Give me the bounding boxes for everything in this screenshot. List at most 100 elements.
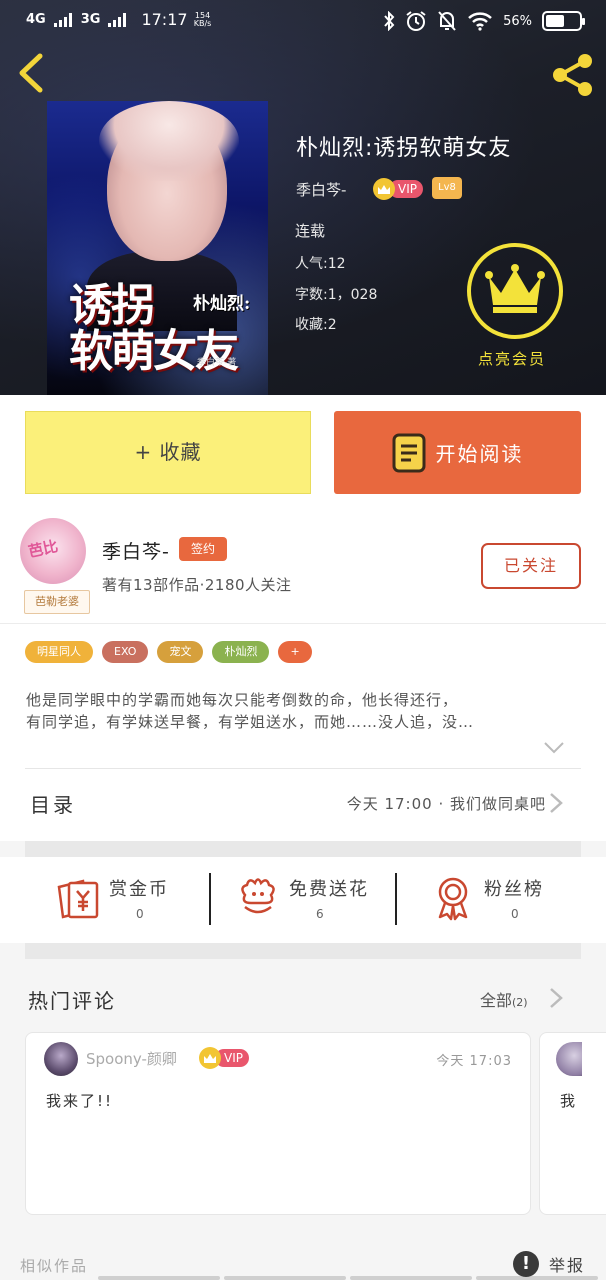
clock: 17:17 (141, 10, 188, 29)
divider (25, 768, 581, 769)
comment-text: 我来了!! (46, 1092, 114, 1110)
all-comments-link[interactable]: 全部(2) (480, 987, 528, 1011)
collect-button[interactable]: + 收藏 (25, 411, 311, 494)
book-intro: 明星同人 EXO 宠文 朴灿烈 + 他是同学眼中的学霸而她每次只能考倒数的命，他… (0, 623, 606, 768)
book-cover[interactable]: 诱拐 软萌女友 朴灿烈: 季白芩-著 (47, 101, 268, 395)
comment-time: 今天 17:03 (436, 1054, 512, 1069)
report-button[interactable]: 举报 (549, 1252, 585, 1276)
status-bar: 4G 3G 17:17 154 KB/s 56% (0, 0, 606, 46)
follow-button[interactable]: 已关注 (481, 543, 581, 589)
bluetooth-icon (384, 11, 395, 31)
member-button[interactable] (467, 243, 563, 339)
tag-item[interactable]: EXO (102, 641, 149, 663)
book-favorites: 收藏:2 (295, 317, 337, 333)
author-info: 著有13部作品·2180人关注 (102, 576, 292, 594)
book-word-count: 字数:1，028 (295, 287, 378, 303)
alarm-icon (406, 11, 426, 31)
stats-row: 赏金币 0 免费送花 6 粉丝榜 0 (0, 857, 606, 943)
start-reading-label: 开始阅读 (435, 442, 524, 466)
avatar-tag: 芭勒老婆 (24, 590, 90, 614)
book-status: 连载 (295, 222, 326, 240)
cover-author: 季白芩-著 (197, 358, 237, 368)
vip-crown-icon (373, 178, 395, 200)
author-avatar[interactable]: 芭比 (20, 518, 86, 584)
alert-icon[interactable]: ! (513, 1251, 539, 1277)
comment-card[interactable]: Spoony-颜卿 VIP 今天 17:03 我来了!! (25, 1032, 531, 1215)
network-1-label: 4G (26, 12, 46, 27)
flower-icon (241, 878, 275, 914)
book-title: 朴灿烈:诱拐软萌女友 (296, 136, 512, 161)
add-tag-button[interactable]: + (278, 641, 312, 663)
catalog-title: 目录 (30, 793, 76, 817)
back-arrow-icon (19, 53, 43, 93)
description-line: 有同学追，有学妹送早餐，有学姐送水，而她……没人追，没… (26, 713, 475, 731)
medal-icon (438, 877, 468, 921)
chevron-right-icon[interactable] (549, 987, 563, 1009)
cover-title-line-1: 诱拐 (69, 280, 155, 331)
comment-card[interactable]: 我 (539, 1032, 606, 1215)
mute-bell-icon (438, 11, 456, 31)
cover-title-line-2: 软萌女友 (69, 326, 239, 377)
section-separator (25, 841, 581, 857)
tag-item[interactable]: 朴灿烈 (212, 641, 270, 663)
book-author[interactable]: 季白芩- (296, 179, 346, 200)
all-comments-count: (2) (512, 996, 528, 1009)
network-2-label: 3G (80, 12, 101, 27)
signed-badge: 签约 (179, 537, 227, 561)
free-flower-stat[interactable]: 免费送花 6 (205, 869, 391, 933)
comment-avatar (556, 1042, 582, 1076)
hot-comments-title: 热门评论 (28, 989, 116, 1013)
back-button[interactable] (14, 52, 54, 96)
battery-level (546, 15, 564, 27)
tag-list: 明星同人 EXO 宠文 朴灿烈 + (25, 641, 312, 663)
book-popularity: 人气:12 (295, 256, 346, 272)
reward-coin-stat[interactable]: 赏金币 0 (25, 869, 211, 933)
book-description[interactable]: 他是同学眼中的学霸而她每次只能考倒数的命，他长得还行， 有同学追，有学妹送早餐，… (26, 689, 582, 733)
author-card: 芭比 芭勒老婆 季白芩- 签约 著有13部作品·2180人关注 已关注 (0, 510, 606, 623)
signal-2-icon (108, 12, 127, 27)
comment-username[interactable]: Spoony-颜卿 (86, 1048, 177, 1069)
reward-coin-label: 赏金币 (109, 879, 169, 900)
share-button[interactable] (550, 52, 596, 98)
coin-gift-icon (57, 879, 99, 919)
fan-ranking-value: 0 (511, 907, 519, 921)
level-badge: Lv8 (432, 177, 462, 199)
free-flower-label: 免费送花 (289, 879, 369, 900)
crown-icon (485, 264, 545, 313)
similar-works-title: 相似作品 (20, 1257, 89, 1275)
action-bar: + 收藏 开始阅读 (0, 395, 606, 510)
vip-badge: VIP (199, 1047, 249, 1069)
signal-1-icon (53, 12, 72, 27)
all-comments-label: 全部 (480, 991, 513, 1010)
bottom-bar: 相似作品 ! 举报 (0, 1240, 606, 1280)
section-separator (25, 943, 581, 959)
battery-percent: 56% (503, 13, 532, 29)
tag-item[interactable]: 明星同人 (25, 641, 93, 663)
catalog-row[interactable]: 目录 今天 17:00 · 我们做同桌吧 (0, 768, 606, 841)
reward-coin-value: 0 (136, 907, 144, 921)
chevron-down-icon[interactable] (543, 741, 565, 755)
comment-text: 我 (560, 1092, 576, 1110)
comment-avatar[interactable] (44, 1042, 78, 1076)
tag-item[interactable]: 宠文 (157, 641, 204, 663)
description-line: 他是同学眼中的学霸而她每次只能考倒数的命，他长得还行， (26, 691, 459, 709)
cover-subtitle: 朴灿烈: (193, 294, 251, 314)
network-speed: 154 KB/s (193, 11, 212, 28)
chevron-right-icon (550, 793, 563, 813)
latest-chapter: 今天 17:00 · 我们做同桌吧 (346, 795, 546, 813)
member-label[interactable]: 点亮会员 (478, 348, 546, 369)
fan-ranking-stat[interactable]: 粉丝榜 0 (400, 869, 586, 933)
book-header: 4G 3G 17:17 154 KB/s 56% 诱拐 软萌女友 朴灿烈: 季白… (0, 0, 606, 395)
vip-badge: VIP (373, 178, 423, 200)
fan-ranking-label: 粉丝榜 (484, 879, 544, 900)
divider (395, 873, 397, 925)
share-icon (553, 54, 592, 96)
hot-comments: 热门评论 全部(2) Spoony-颜卿 VIP 今天 17:03 我来了!! … (0, 959, 606, 1240)
battery-icon (542, 11, 585, 31)
speed-unit: KB/s (193, 18, 212, 28)
book-icon (392, 433, 425, 472)
author-name[interactable]: 季白芩- (102, 537, 170, 564)
start-reading-button[interactable]: 开始阅读 (334, 411, 581, 494)
wifi-icon (468, 12, 492, 31)
vip-crown-icon (199, 1047, 221, 1069)
